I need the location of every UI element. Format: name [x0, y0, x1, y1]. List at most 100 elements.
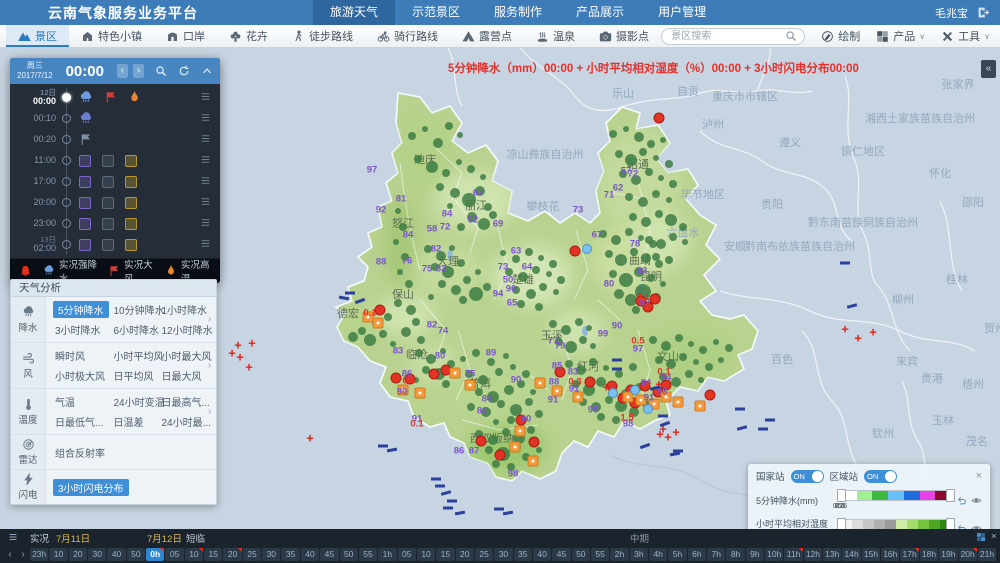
- time-cell-16h[interactable]: 16h: [881, 548, 899, 561]
- station-dot[interactable]: [660, 137, 666, 143]
- time-cell-30[interactable]: 30: [262, 548, 280, 561]
- time-cell-8h[interactable]: 8h: [726, 548, 744, 561]
- station-dot[interactable]: [472, 349, 480, 357]
- collapse-right-button[interactable]: «: [981, 60, 996, 78]
- row-list-icon[interactable]: [200, 215, 211, 233]
- rain-station-dot[interactable]: [654, 113, 665, 124]
- station-dot[interactable]: [688, 341, 694, 347]
- rain-station-dot[interactable]: [570, 246, 581, 257]
- station-dot[interactable]: [685, 370, 693, 378]
- time-cell-4h[interactable]: 4h: [649, 548, 667, 561]
- station-dot[interactable]: [483, 283, 491, 291]
- station-dot[interactable]: [478, 218, 490, 230]
- timeline-close-icon[interactable]: ×: [991, 531, 997, 542]
- row-list-icon[interactable]: [200, 236, 211, 254]
- station-dot[interactable]: [364, 334, 376, 346]
- station-dot[interactable]: [565, 341, 577, 353]
- station-dot[interactable]: [549, 260, 557, 268]
- station-dot[interactable]: [589, 358, 597, 366]
- station-dot[interactable]: [495, 368, 503, 376]
- timeline-menu-icon[interactable]: [8, 532, 18, 542]
- time-cell-55[interactable]: 55: [359, 548, 377, 561]
- date-label-1[interactable]: 7月11日: [56, 531, 90, 545]
- analysis-option[interactable]: 小时平均风: [112, 347, 166, 364]
- station-dot[interactable]: [675, 334, 683, 342]
- station-dot[interactable]: [406, 305, 416, 315]
- station-dot[interactable]: [647, 274, 655, 282]
- station-dot[interactable]: [679, 353, 687, 361]
- analysis-option[interactable]: 日最大风: [160, 367, 204, 384]
- station-dot[interactable]: [395, 208, 401, 214]
- station-dot[interactable]: [669, 180, 677, 188]
- station-dot[interactable]: [645, 168, 653, 176]
- station-dot[interactable]: [469, 287, 483, 301]
- station-dot[interactable]: [487, 358, 495, 366]
- station-dot[interactable]: [612, 416, 620, 424]
- station-dot[interactable]: [658, 175, 664, 181]
- row-list-icon[interactable]: [200, 194, 211, 212]
- station-dot[interactable]: [586, 325, 592, 331]
- category-口岸[interactable]: 口岸: [154, 25, 217, 47]
- station-dot[interactable]: [428, 294, 434, 300]
- station-dot[interactable]: [412, 318, 420, 326]
- time-cell-15[interactable]: 15: [436, 548, 454, 561]
- color-scale-bar[interactable]: 0.10.250.52.557.5: [840, 490, 952, 510]
- station-dot[interactable]: [619, 273, 633, 287]
- station-dot[interactable]: [438, 280, 446, 288]
- station-dot[interactable]: [660, 281, 666, 287]
- search-icon[interactable]: [785, 30, 797, 42]
- collapse-panel-icon[interactable]: [201, 65, 213, 77]
- time-cell-10h[interactable]: 10h: [765, 548, 783, 561]
- station-dot[interactable]: [525, 248, 533, 256]
- rain-station-dot[interactable]: [429, 369, 440, 380]
- scenic-spot-icon[interactable]: [373, 318, 384, 329]
- station-dot[interactable]: [397, 269, 403, 275]
- time-cell-10[interactable]: 10: [417, 548, 435, 561]
- station-dot[interactable]: [510, 364, 516, 370]
- analysis-option[interactable]: 3小时闪电分布: [53, 479, 129, 496]
- station-dot[interactable]: [623, 126, 629, 132]
- toggle-国家站[interactable]: ON: [791, 470, 824, 483]
- station-dot[interactable]: [699, 346, 707, 354]
- analysis-option[interactable]: 组合反射率: [53, 444, 107, 461]
- station-dot[interactable]: [433, 138, 443, 148]
- time-cell-55[interactable]: 55: [591, 548, 609, 561]
- close-icon[interactable]: ×: [976, 471, 982, 482]
- station-dot[interactable]: [638, 197, 648, 207]
- time-cell-45[interactable]: 45: [552, 548, 570, 561]
- station-dot[interactable]: [615, 150, 623, 158]
- nowcast-label[interactable]: 短临: [186, 531, 205, 545]
- station-dot[interactable]: [665, 256, 673, 264]
- station-dot[interactable]: [485, 446, 493, 454]
- rain-station-dot[interactable]: [585, 377, 596, 388]
- station-dot[interactable]: [549, 320, 557, 328]
- time-cell-50[interactable]: 50: [127, 548, 145, 561]
- station-dot[interactable]: [488, 435, 498, 445]
- time-cell-25[interactable]: 25: [243, 548, 261, 561]
- station-dot[interactable]: [629, 213, 637, 221]
- category-花卉[interactable]: 花卉: [217, 25, 280, 47]
- time-cell-10[interactable]: 10: [49, 548, 67, 561]
- station-dot[interactable]: [459, 296, 467, 304]
- time-cell-20h[interactable]: 20h: [959, 548, 977, 561]
- time-cell-10[interactable]: 10: [185, 548, 203, 561]
- station-dot[interactable]: [553, 289, 559, 295]
- time-cell-13h[interactable]: 13h: [823, 548, 841, 561]
- timeline-grid-icon[interactable]: [976, 532, 986, 542]
- blue-station-dot[interactable]: [630, 385, 640, 395]
- refresh-icon[interactable]: [178, 65, 190, 77]
- station-dot[interactable]: [713, 339, 719, 345]
- row-list-icon[interactable]: [200, 152, 211, 170]
- station-dot[interactable]: [467, 403, 475, 411]
- category-摄影点[interactable]: 摄影点: [587, 25, 661, 47]
- analysis-option[interactable]: 3小时降水: [53, 321, 103, 338]
- station-dot[interactable]: [652, 190, 660, 198]
- station-dot[interactable]: [449, 245, 455, 251]
- time-cell-05[interactable]: 05: [398, 548, 416, 561]
- station-dot[interactable]: [682, 239, 688, 245]
- station-dot[interactable]: [535, 410, 543, 418]
- station-dot[interactable]: [614, 289, 624, 299]
- time-row[interactable]: 00:10: [10, 108, 220, 129]
- timeline-node[interactable]: [62, 114, 71, 123]
- time-cell-7h[interactable]: 7h: [707, 548, 725, 561]
